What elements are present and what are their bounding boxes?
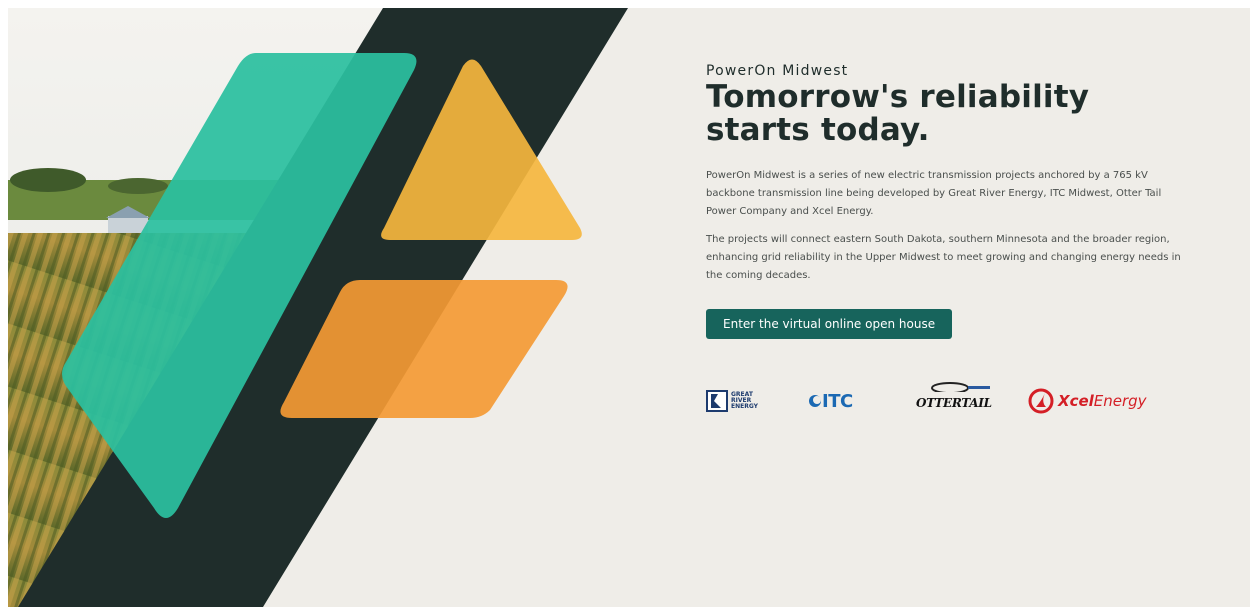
eyebrow-label: PowerOn Midwest (706, 63, 849, 79)
itc-logo[interactable]: ITC (808, 383, 853, 419)
itc-wordmark: ITC (822, 390, 853, 412)
hero-content: PowerOn Midwest Tomorrow's reliability s… (706, 63, 1186, 339)
projects-paragraph: The projects will connect eastern South … (706, 234, 1181, 281)
intro-paragraph: PowerOn Midwest is a series of new elect… (706, 170, 1162, 217)
great-river-energy-logo[interactable]: GREAT RIVER ENERGY (706, 383, 759, 419)
xcel-energy-wordmark: XcelEnergy (1058, 392, 1147, 410)
otter-tail-wordmark: OTTERTAIL (916, 395, 992, 410)
page-title: Tomorrow's reliability starts today. (706, 79, 1090, 148)
great-river-energy-icon (706, 390, 728, 412)
page: PowerOn Midwest Tomorrow's reliability s… (0, 0, 1250, 607)
great-river-energy-wordmark: GREAT RIVER ENERGY (731, 391, 758, 410)
open-house-button[interactable]: Enter the virtual online open house (706, 309, 953, 339)
hero-section: PowerOn Midwest Tomorrow's reliability s… (8, 8, 1250, 607)
hero-artwork (8, 8, 628, 607)
otter-tail-arc-icon (931, 381, 990, 392)
xcel-flame-icon (1028, 388, 1054, 414)
itc-swoosh-icon (809, 395, 821, 407)
otter-tail-logo[interactable]: OTTERTAIL (916, 381, 992, 419)
xcel-energy-logo[interactable]: XcelEnergy (1028, 383, 1147, 419)
partner-logos: GREAT RIVER ENERGY ITC OTTERTAIL XcelEne… (706, 381, 1176, 423)
